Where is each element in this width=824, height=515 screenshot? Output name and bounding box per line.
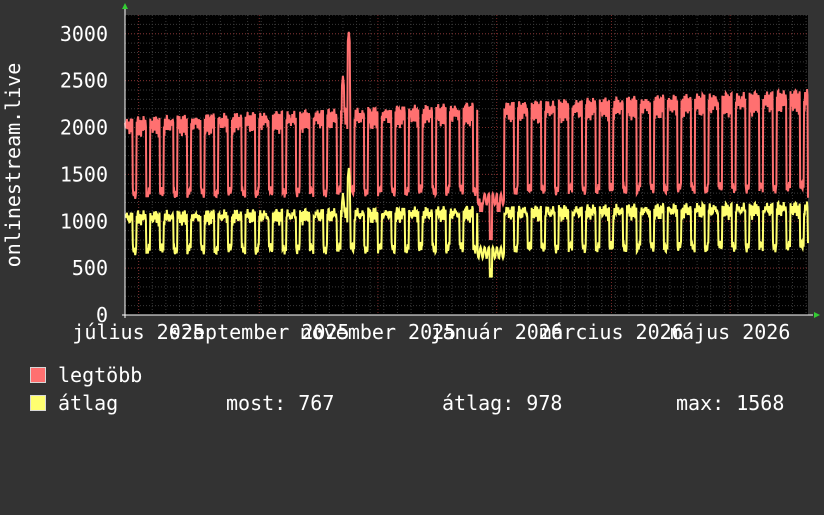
legend-label-max: legtöbb <box>58 363 143 387</box>
x-axis-arrow <box>814 312 820 318</box>
y-axis-arrow <box>122 3 128 9</box>
stat-now: most: 767 <box>226 391 335 415</box>
y-tick-label: 1500 <box>60 162 108 186</box>
y-tick-label: 2000 <box>60 116 108 140</box>
legend-label-avg: átlag <box>58 391 119 415</box>
legend-swatch-max <box>30 367 46 383</box>
y-tick-label: 500 <box>72 256 108 280</box>
y-tick-label: 3000 <box>60 22 108 46</box>
stat-max: max: 1568 <box>676 391 785 415</box>
legend-item-avg: átlag most: 767 átlag: 978 max: 1568 <box>30 393 810 413</box>
x-tick-label: március 2026 <box>539 320 684 344</box>
chart: 050010001500200025003000július 2025szept… <box>1 3 820 344</box>
y-tick-label: 2500 <box>60 69 108 93</box>
y-axis-title: onlinestream.live <box>1 63 25 268</box>
y-tick-label: 1000 <box>60 209 108 233</box>
stat-average: átlag: 978 <box>442 391 563 415</box>
x-tick-label: május 2026 <box>670 320 790 344</box>
legend-item-max: legtöbb <box>30 365 142 385</box>
legend-swatch-avg <box>30 395 46 411</box>
